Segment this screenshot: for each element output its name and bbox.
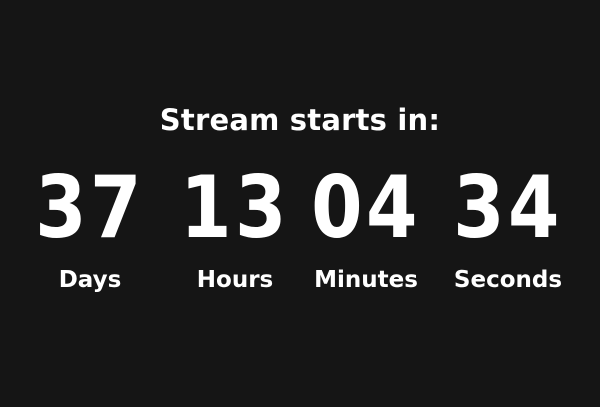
days-value: 37 [35, 158, 145, 258]
hours-label: Hours [196, 267, 274, 293]
countdown-minutes: 04 Minutes [296, 158, 436, 295]
hours-value: 13 [180, 158, 290, 258]
seconds-label: Seconds [453, 267, 563, 293]
countdown-days: 37 Days [20, 158, 160, 295]
seconds-value: 34 [453, 158, 563, 258]
days-label: Days [58, 267, 122, 293]
countdown-screen: Stream starts in: 37 Days 13 Hours 04 Mi… [0, 0, 600, 407]
countdown-heading: Stream starts in: [159, 103, 441, 137]
countdown-seconds: 34 Seconds [438, 158, 578, 295]
minutes-value: 04 [311, 158, 421, 258]
minutes-label: Minutes [314, 267, 418, 293]
countdown-hours: 13 Hours [165, 158, 305, 295]
